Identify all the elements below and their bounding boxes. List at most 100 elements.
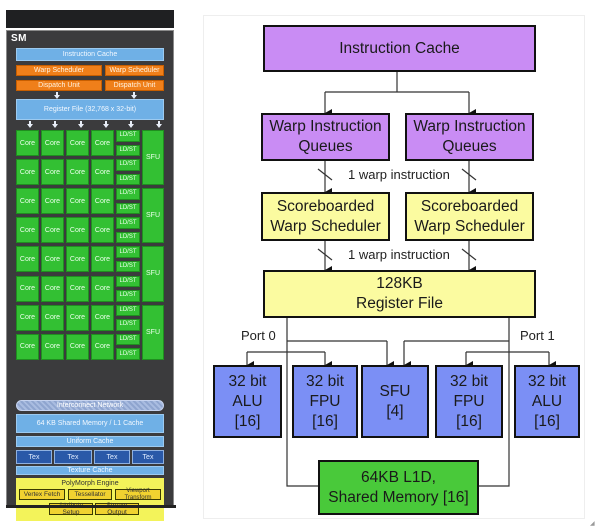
core-unit: Core [66, 275, 89, 302]
core-unit: Core [41, 217, 64, 244]
arrow-icon [103, 124, 109, 128]
core-unit: Core [16, 217, 39, 244]
core-unit: Core [16, 130, 39, 157]
sm-uniform-cache: Uniform Cache [16, 436, 164, 447]
ld-st-unit: LD/ST [116, 275, 140, 288]
register-file-size: 128KB [376, 275, 423, 292]
instruction-cache: Instruction Cache [263, 25, 536, 72]
execution-unit-line: [16] [534, 412, 560, 430]
execution-unit-line: FPU [453, 392, 485, 410]
execution-unit-line: 32 bit [306, 372, 344, 390]
execution-unit-5: 32 bit ALU [16] [514, 365, 580, 438]
register-file: 128KB Register File [263, 270, 536, 318]
sfu-unit: SFU [142, 188, 164, 244]
ld-st-unit: LD/ST [116, 130, 140, 142]
sm-title: SM [11, 33, 27, 44]
execution-unit-3: SFU [4] [361, 365, 429, 438]
core-unit: Core [41, 275, 64, 302]
core-unit: Core [16, 304, 39, 331]
corner-mark: ◢ [590, 521, 595, 527]
core-unit: Core [91, 246, 114, 273]
ld-st-unit: LD/ST [116, 319, 140, 331]
core-unit: Core [66, 217, 89, 244]
ld-st-unit: LD/ST [116, 159, 140, 171]
arrow-icon [52, 124, 58, 128]
core-unit: Core [91, 159, 114, 186]
scoreboarded-warp-scheduler-1: Scoreboarded Warp Scheduler [261, 192, 390, 241]
core-unit: Core [66, 188, 89, 215]
sm-bottom-bar [6, 505, 176, 508]
arrow-icon [156, 124, 162, 128]
execution-unit-1: 32 bit ALU [16] [213, 365, 282, 438]
core-unit: Core [66, 246, 89, 273]
sm-tex-unit: Tex [94, 450, 130, 464]
ld-st-unit: LD/ST [116, 217, 140, 229]
core-unit: Core [91, 304, 114, 331]
port-1-label: Port 1 [520, 328, 555, 343]
warp-instruction-queue-2: Warp Instruction Queues [405, 113, 534, 161]
sm-body: SM Instruction Cache Warp Scheduler Warp… [6, 30, 174, 521]
sm-tex-unit: Tex [132, 450, 164, 464]
execution-unit-line: ALU [531, 392, 563, 410]
l1d-label: 64KB L1D, [361, 468, 436, 486]
sm-instruction-cache: Instruction Cache [16, 48, 164, 61]
pipeline-diagram: Instruction Cache Warp Instruction Queue… [203, 15, 585, 519]
execution-unit-line: SFU [379, 382, 411, 400]
ld-st-unit: LD/ST [116, 290, 140, 302]
core-unit: Core [66, 304, 89, 331]
core-unit: Core [16, 275, 39, 302]
register-file-label: Register File [356, 295, 443, 312]
ld-st-unit: LD/ST [116, 260, 140, 273]
core-unit: Core [41, 130, 64, 157]
connector-lines [246, 72, 556, 490]
core-unit: Core [16, 159, 39, 186]
execution-unit-line: ALU [232, 392, 263, 410]
execution-unit-line: [16] [312, 412, 338, 430]
core-unit: Core [16, 333, 39, 360]
execution-unit-line: FPU [309, 392, 341, 410]
arrow-icon [27, 124, 33, 128]
core-unit: Core [91, 188, 114, 215]
core-unit: Core [91, 217, 114, 244]
ld-st-unit: LD/ST [116, 333, 140, 346]
sm-tex-unit: Tex [54, 450, 92, 464]
core-unit: Core [16, 246, 39, 273]
l1d-shared-memory: 64KB L1D, Shared Memory [16] [318, 460, 479, 515]
warp-instruction-queue-1: Warp Instruction Queues [261, 113, 390, 161]
sm-warp-scheduler-2: Warp Scheduler [105, 65, 164, 76]
sm-dispatch-unit-2: Dispatch Unit [105, 80, 164, 91]
execution-unit-line: [4] [386, 402, 404, 420]
sm-tex-unit: Tex [16, 450, 52, 464]
execution-unit-line: [16] [456, 412, 482, 430]
ld-st-unit: LD/ST [116, 202, 140, 215]
core-unit: Core [16, 188, 39, 215]
viewport-transform: Viewport Transform [115, 488, 161, 501]
warp-instruction-label-2: 1 warp instruction [348, 247, 450, 262]
core-unit: Core [41, 246, 64, 273]
core-unit: Core [91, 130, 114, 157]
sm-warp-scheduler-1: Warp Scheduler [16, 65, 102, 76]
sfu-unit: SFU [142, 304, 164, 360]
execution-unit-line: 32 bit [528, 372, 566, 390]
shared-memory-label: Shared Memory [16] [328, 488, 469, 506]
core-unit: Core [91, 275, 114, 302]
execution-unit-line: 32 bit [228, 372, 267, 390]
sm-block-diagram: SM Instruction Cache Warp Scheduler Warp… [6, 10, 176, 521]
sfu-unit: SFU [142, 246, 164, 302]
sm-interconnect-network: Interconnect Network [16, 400, 164, 411]
sm-texture-cache: Texture Cache [16, 466, 164, 475]
execution-unit-line: 32 bit [450, 372, 488, 390]
sm-register-file: Register File (32,768 x 32-bit) [16, 99, 164, 120]
warp-instruction-label-1: 1 warp instruction [348, 167, 450, 182]
ld-st-unit: LD/ST [116, 246, 140, 258]
execution-unit-line: [16] [234, 412, 261, 430]
core-unit: Core [41, 333, 64, 360]
core-unit: Core [66, 159, 89, 186]
tessellator: Tessellator [68, 489, 112, 500]
core-unit: Core [66, 333, 89, 360]
ld-st-unit: LD/ST [116, 188, 140, 200]
core-unit: Core [41, 159, 64, 186]
port-0-label: Port 0 [241, 328, 276, 343]
ld-st-unit: LD/ST [116, 348, 140, 360]
sm-dispatch-unit-1: Dispatch Unit [16, 80, 102, 91]
